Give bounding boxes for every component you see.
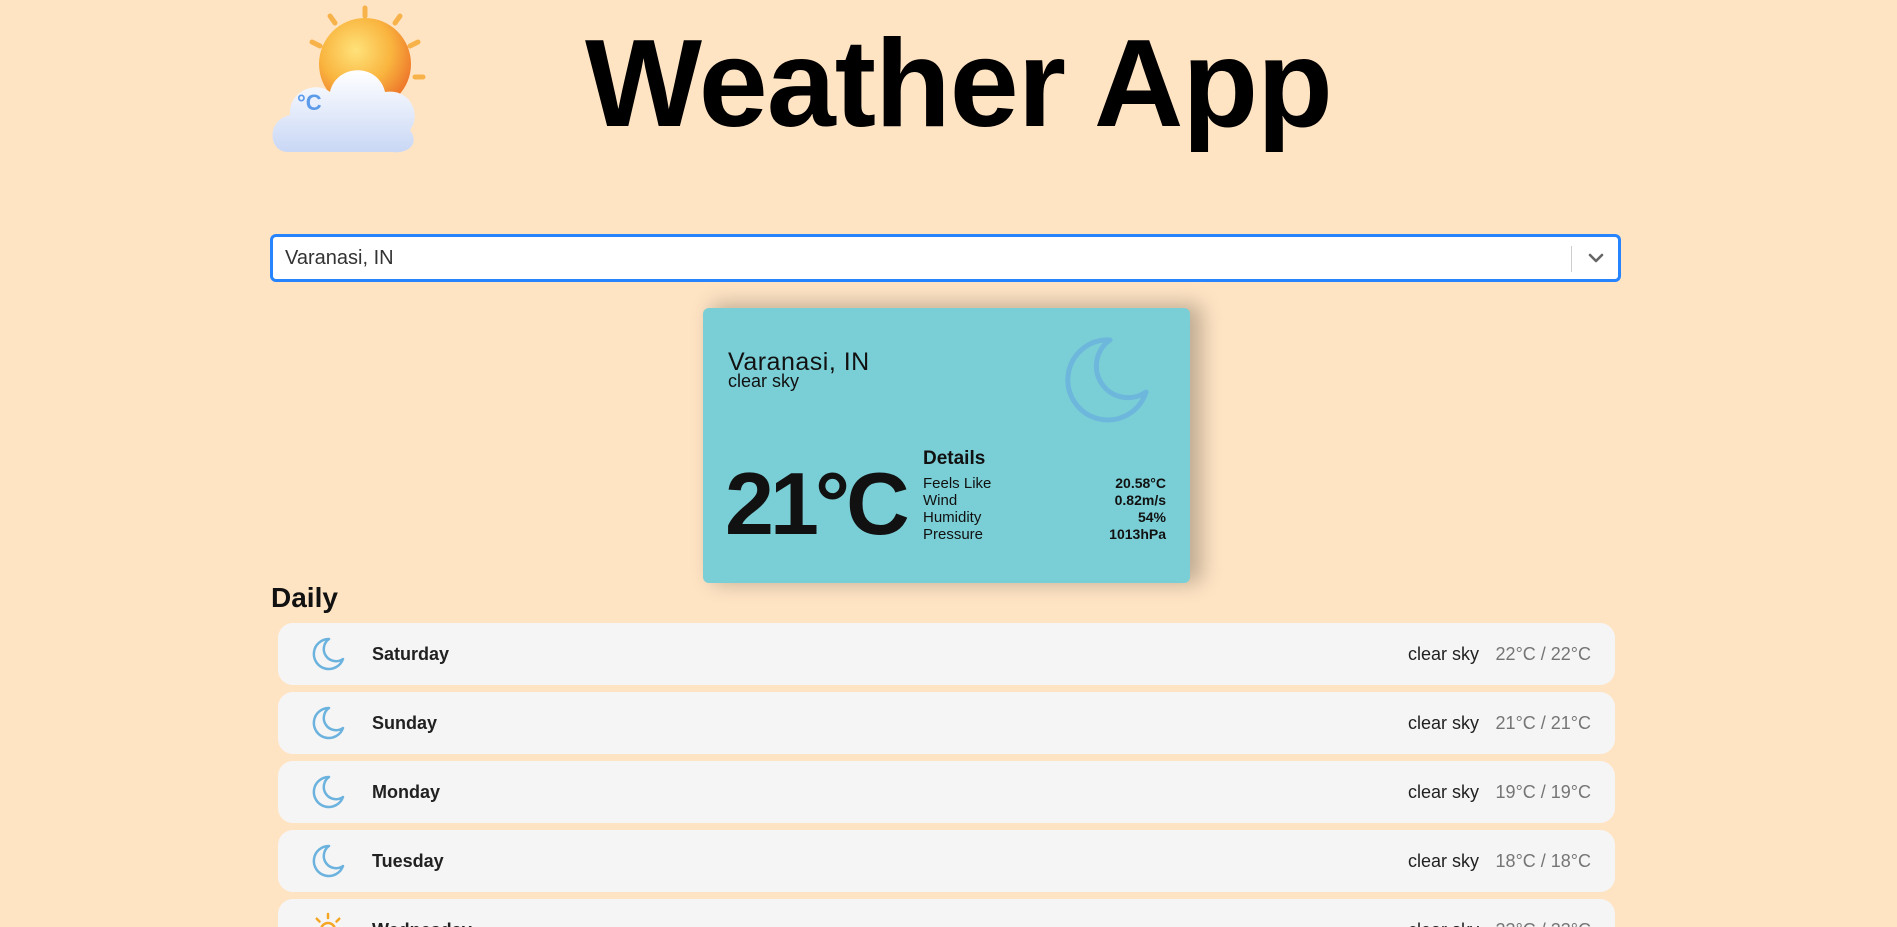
day-name: Tuesday	[372, 851, 444, 871]
details-panel: Details Feels Like 20.58°C Wind 0.82m/s …	[923, 448, 1166, 543]
day-description: clear sky	[1407, 713, 1479, 733]
day-description: clear sky	[1407, 851, 1479, 871]
day-description: clear sky	[1408, 899, 1479, 927]
detail-value: 54%	[1137, 509, 1166, 525]
detail-label: Pressure	[923, 526, 984, 543]
day-temperature: 18°C / 18°C	[1495, 851, 1591, 871]
day-temperature: 19°C / 19°C	[1495, 782, 1591, 802]
day-description: clear sky	[1407, 782, 1479, 802]
detail-row-pressure: Pressure 1013hPa	[923, 526, 1166, 543]
daily-item-wednesday[interactable]: Wednesday clear sky 23°C / 23°C	[278, 899, 1615, 927]
detail-value: 0.82m/s	[1114, 492, 1166, 508]
search-input-value[interactable]: Varanasi, IN	[285, 237, 394, 279]
moon-icon	[310, 636, 346, 672]
day-temperature: 23°C / 23°C	[1496, 899, 1591, 927]
day-description: clear sky	[1407, 644, 1479, 664]
app-title: Weather App	[585, 15, 1333, 153]
current-description: clear sky	[728, 371, 800, 391]
daily-forecast-list: Saturday clear sky 22°C / 22°C Sunday cl…	[278, 623, 1615, 927]
day-name: Monday	[372, 782, 441, 802]
sun-cloud-celsius-icon: °C	[270, 2, 430, 162]
day-name: Sunday	[372, 713, 438, 733]
moon-icon	[1058, 328, 1158, 428]
detail-label: Feels Like	[923, 475, 992, 492]
moon-icon	[310, 774, 346, 810]
day-name: Saturday	[372, 644, 450, 664]
daily-item-saturday[interactable]: Saturday clear sky 22°C / 22°C	[278, 623, 1615, 685]
detail-label: Humidity	[923, 509, 982, 526]
current-temperature: 21°C	[725, 454, 910, 553]
sun-icon	[310, 912, 346, 927]
daily-item-monday[interactable]: Monday clear sky 19°C / 19°C	[278, 761, 1615, 823]
detail-row-humidity: Humidity 54%	[923, 509, 1166, 526]
daily-item-sunday[interactable]: Sunday clear sky 21°C / 21°C	[278, 692, 1615, 754]
day-temperature: 21°C / 21°C	[1495, 713, 1591, 733]
moon-icon	[310, 705, 346, 741]
detail-label: Wind	[923, 492, 958, 509]
select-separator	[1571, 246, 1572, 272]
city-search-select[interactable]: Varanasi, IN	[271, 235, 1620, 281]
weather-app-page: °C Weather App Varanasi, IN Varanasi, IN…	[0, 0, 1897, 927]
chevron-down-icon[interactable]	[1586, 248, 1606, 268]
current-weather-card: Varanasi, IN clear sky 21°C Details Feel…	[703, 308, 1190, 583]
day-name: Wednesday	[372, 899, 472, 927]
day-temperature: 22°C / 22°C	[1495, 644, 1591, 664]
detail-row-feels-like: Feels Like 20.58°C	[923, 475, 1166, 492]
daily-title: Daily	[271, 582, 338, 613]
detail-value: 1013hPa	[1109, 526, 1166, 542]
detail-row-wind: Wind 0.82m/s	[923, 492, 1166, 509]
logo-degree-text: °C	[297, 90, 322, 115]
detail-value: 20.58°C	[1115, 475, 1166, 491]
details-title: Details	[923, 448, 986, 469]
daily-item-tuesday[interactable]: Tuesday clear sky 18°C / 18°C	[278, 830, 1615, 892]
moon-icon	[310, 843, 346, 879]
